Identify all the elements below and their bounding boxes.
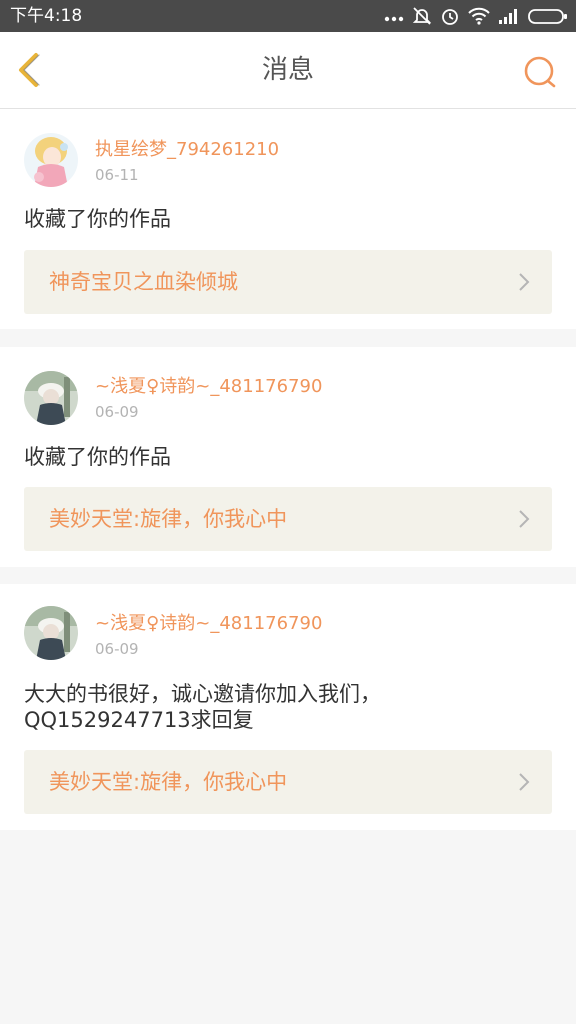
chevron-right-icon: [519, 773, 530, 791]
notification-date: 06-09: [95, 403, 139, 421]
status-time: 下午4:18: [10, 6, 83, 26]
status-bar: 下午4:18: [0, 0, 576, 32]
notification-message-line: QQ1529247713求回复: [24, 708, 254, 732]
work-title: 美妙天堂:旋律，你我心中: [49, 770, 288, 794]
avatar-image: [24, 133, 78, 187]
chevron-right-icon: [519, 273, 530, 291]
mute-icon: [412, 7, 432, 25]
wifi-icon: [468, 7, 490, 25]
work-title: 美妙天堂:旋律，你我心中: [49, 507, 288, 531]
alarm-icon: [442, 9, 458, 25]
username[interactable]: 执星绘梦_794261210: [95, 138, 279, 162]
notification-message-line: 大大的书很好，诚心邀请你加入我们，: [24, 682, 381, 706]
notification-date: 06-11: [95, 166, 139, 184]
notification-message: 收藏了你的作品: [24, 445, 171, 469]
battery-icon: [528, 9, 567, 24]
notification-card: ~浅夏♀诗韵~_481176790 06-09 大大的书很好，诚心邀请你加入我们…: [0, 584, 576, 830]
avatar-image: [24, 606, 78, 660]
notification-date: 06-09: [95, 640, 139, 658]
header-bar: 消息: [0, 32, 576, 109]
work-link[interactable]: 神奇宝贝之血染倾城: [24, 250, 552, 314]
search-button[interactable]: [522, 54, 558, 90]
work-title: 神奇宝贝之血染倾城: [49, 270, 238, 294]
page-title: 消息: [261, 55, 314, 85]
avatar-image: [24, 371, 78, 425]
work-link[interactable]: 美妙天堂:旋律，你我心中: [24, 487, 552, 551]
username[interactable]: ~浅夏♀诗韵~_481176790: [95, 612, 322, 636]
username[interactable]: ~浅夏♀诗韵~_481176790: [95, 375, 322, 399]
more-dots-icon: [384, 16, 404, 22]
avatar[interactable]: [24, 133, 78, 187]
notification-card: 执星绘梦_794261210 06-11 收藏了你的作品 神奇宝贝之血染倾城: [0, 109, 576, 329]
notification-message: 收藏了你的作品: [24, 207, 171, 231]
avatar[interactable]: [24, 371, 78, 425]
status-icons: [384, 5, 568, 27]
chevron-right-icon: [519, 510, 530, 528]
search-icon: [524, 56, 556, 88]
signal-icon: [499, 9, 517, 24]
avatar[interactable]: [24, 606, 78, 660]
notification-card: ~浅夏♀诗韵~_481176790 06-09 收藏了你的作品 美妙天堂:旋律，…: [0, 347, 576, 567]
work-link[interactable]: 美妙天堂:旋律，你我心中: [24, 750, 552, 814]
